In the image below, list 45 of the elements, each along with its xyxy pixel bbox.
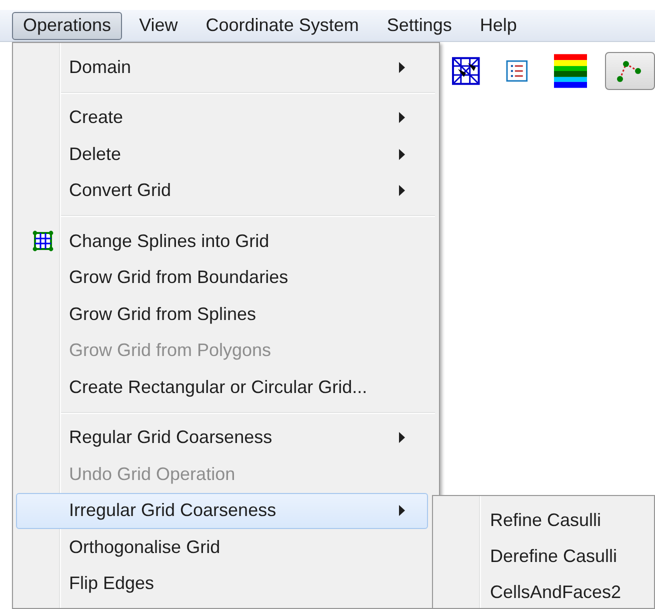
grid-icon [32, 230, 54, 252]
menu-item[interactable]: Grow Grid from Splines [16, 296, 428, 332]
polyline-tool-button[interactable] [605, 52, 655, 90]
menu-item[interactable]: Create [16, 100, 428, 136]
submenu-arrow-icon [399, 505, 405, 516]
menu-item-label: Undo Grid Operation [69, 462, 236, 486]
menu-item[interactable]: Delete [16, 136, 428, 172]
menu-item-label: Irregular Grid Coarseness [69, 499, 278, 522]
menu-item-label: Create Rectangular or Circular Grid... [69, 376, 368, 399]
submenu-arrow-icon [399, 112, 405, 124]
menu-item-label: Grow Grid from Boundaries [69, 266, 290, 290]
menu-item[interactable]: Orthogonalise Grid [16, 529, 428, 566]
mesh-icon[interactable] [452, 57, 480, 85]
menu-item-label: Flip Edges [69, 572, 156, 596]
list-icon[interactable] [506, 60, 528, 82]
menu-item[interactable]: Irregular Grid Coarseness [16, 492, 428, 529]
submenu-arrow-icon [399, 185, 405, 196]
menu-item-label: Domain [69, 56, 132, 79]
menu-bar-item[interactable]: Settings [376, 12, 463, 40]
menu-item-label: Grow Grid from Splines [69, 302, 258, 326]
submenu-arrow-icon [399, 62, 405, 73]
menu-item[interactable]: Create Rectangular or Circular Grid... [16, 369, 428, 406]
submenu-item[interactable]: Derefine Casulli [490, 542, 618, 570]
menu-item[interactable]: Grow Grid from Boundaries [16, 260, 428, 296]
color-scale-icon[interactable] [554, 54, 588, 88]
submenu-arrow-icon [399, 148, 405, 160]
menu-item-label: Convert Grid [69, 179, 172, 202]
menu-bar-item[interactable]: Coordinate System [194, 12, 370, 40]
menu-item[interactable]: Domain [16, 49, 428, 86]
menu-bar-item[interactable]: View [128, 12, 189, 40]
submenu-item[interactable]: CellsAndFaces2 [490, 578, 622, 606]
submenu-item[interactable]: Refine Casulli [490, 506, 602, 534]
menu-item-label: Change Splines into Grid [69, 230, 270, 253]
menu-bar-item[interactable]: Help [468, 12, 528, 40]
menu-item-label: Regular Grid Coarseness [69, 426, 274, 450]
menu-item-label: Delete [69, 142, 122, 166]
submenu-arrow-icon [399, 432, 405, 444]
menu-item[interactable]: Flip Edges [16, 566, 428, 602]
menu-item-label: Orthogonalise Grid [69, 536, 222, 559]
menu-item-label: Grow Grid from Polygons [69, 339, 272, 362]
menu-item[interactable]: Regular Grid Coarseness [16, 420, 428, 456]
menu-item[interactable]: Change Splines into Grid [16, 223, 428, 260]
menu-bar-item[interactable]: Operations [12, 12, 122, 40]
menu-item-label: Create [69, 106, 124, 130]
menu-item[interactable]: Convert Grid [16, 172, 428, 209]
